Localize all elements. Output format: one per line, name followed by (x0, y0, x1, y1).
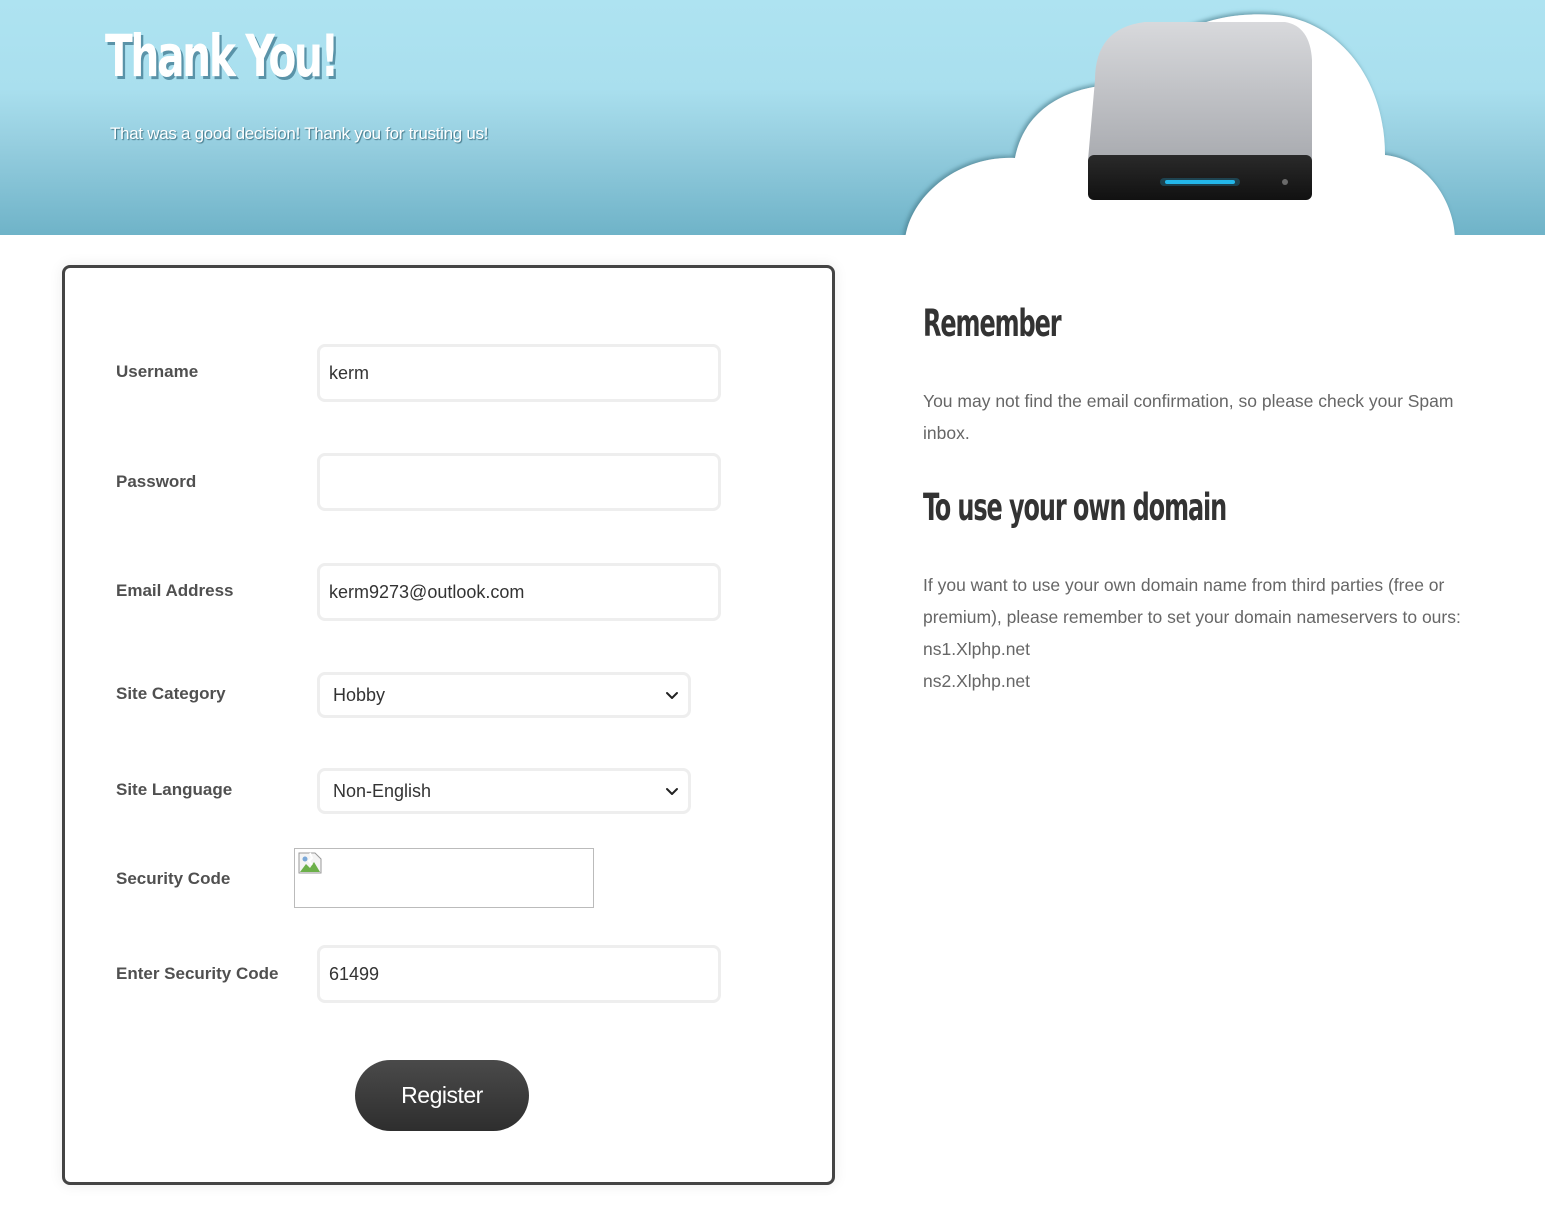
own-domain-text: If you want to use your own domain name … (923, 575, 1461, 627)
nameserver-2: ns2.Xlphp.net (923, 671, 1031, 691)
enter-security-code-label: Enter Security Code (116, 964, 279, 983)
own-domain-heading: To use your own domain (923, 486, 1227, 529)
site-category-value: Hobby (333, 685, 386, 705)
site-category-select[interactable]: Hobby (317, 672, 691, 718)
nameserver-1: ns1.Xlphp.net (923, 639, 1031, 659)
site-language-label: Site Language (116, 780, 233, 799)
email-label: Email Address (116, 581, 234, 600)
broken-image-icon (298, 852, 322, 874)
registration-form: Username Password Email Address Site Cat… (62, 265, 835, 1185)
site-language-value: Non-English (333, 781, 432, 801)
chevron-down-icon (666, 692, 678, 699)
page-title: Thank You! (105, 22, 339, 90)
password-label: Password (116, 472, 197, 491)
remember-heading: Remember (923, 302, 1062, 345)
password-input[interactable] (317, 453, 721, 511)
own-domain-section: If you want to use your own domain name … (923, 569, 1493, 697)
security-code-input[interactable] (317, 945, 721, 1003)
cloud-server-icon (905, 14, 1455, 235)
register-button[interactable]: Register (355, 1060, 529, 1131)
security-code-label: Security Code (116, 869, 231, 888)
email-input[interactable] (317, 563, 721, 621)
site-language-select[interactable]: Non-English (317, 768, 691, 814)
username-label: Username (116, 362, 199, 381)
security-code-image (294, 848, 594, 908)
site-category-label: Site Category (116, 684, 226, 703)
header-banner: Thank You! That was a good decision! Tha… (0, 0, 1545, 235)
remember-text: You may not find the email confirmation,… (923, 391, 1454, 443)
chevron-down-icon (666, 788, 678, 795)
username-input[interactable] (317, 344, 721, 402)
page-subtitle: That was a good decision! Thank you for … (110, 124, 489, 143)
